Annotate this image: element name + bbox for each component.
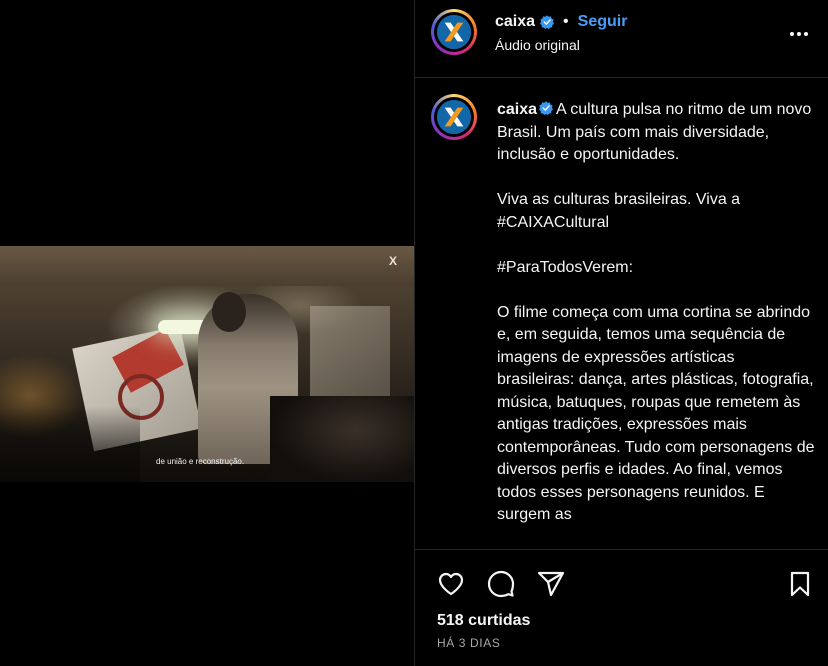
caixa-logo-icon bbox=[437, 15, 471, 49]
caixa-logo-icon bbox=[437, 100, 471, 134]
caption-scroll-area[interactable]: caixa A cultura pulsa no ritmo de um novo… bbox=[415, 79, 828, 549]
caption-author-avatar[interactable] bbox=[431, 94, 477, 140]
post-actions-bar: 518 curtidas HÁ 3 DIAS bbox=[415, 549, 828, 666]
video-watermark-logo: X bbox=[388, 254, 397, 268]
audio-link[interactable]: Áudio original bbox=[495, 37, 580, 53]
video-scene-ceiling bbox=[0, 246, 414, 286]
video-subtitle: de união e reconstrução. bbox=[156, 457, 245, 466]
more-options-button[interactable] bbox=[787, 22, 811, 46]
likes-count[interactable]: 518 curtidas bbox=[437, 612, 530, 630]
media-pane: X de união e reconstrução. bbox=[0, 0, 414, 666]
post-caption: caixa A cultura pulsa no ritmo de um novo… bbox=[497, 99, 815, 527]
header-user-row: caixa • Seguir bbox=[495, 13, 627, 31]
video-scene-head bbox=[212, 292, 246, 332]
heart-icon[interactable] bbox=[437, 570, 465, 598]
author-username[interactable]: caixa bbox=[495, 13, 535, 31]
video-player[interactable]: X de união e reconstrução. bbox=[0, 246, 414, 482]
more-horizontal-icon bbox=[790, 32, 808, 36]
author-avatar[interactable] bbox=[431, 9, 477, 55]
post-timestamp[interactable]: HÁ 3 DIAS bbox=[437, 636, 500, 650]
verified-badge-icon bbox=[539, 101, 554, 115]
video-scene-artwork bbox=[310, 306, 390, 396]
comment-icon[interactable] bbox=[487, 570, 515, 598]
post-header: caixa • Seguir Áudio original bbox=[415, 0, 828, 78]
follow-button[interactable]: Seguir bbox=[578, 13, 628, 31]
caption-body: A cultura pulsa no ritmo de um novo Bras… bbox=[497, 101, 815, 523]
post-side-panel: caixa • Seguir Áudio original caixa A cu… bbox=[414, 0, 828, 666]
video-scene-shadow bbox=[0, 406, 140, 482]
separator-dot: • bbox=[563, 13, 569, 30]
bookmark-icon[interactable] bbox=[786, 570, 814, 598]
verified-badge-icon bbox=[540, 15, 555, 29]
video-scene-foreground bbox=[270, 396, 414, 482]
paper-plane-icon[interactable] bbox=[537, 570, 565, 598]
caption-author-username[interactable]: caixa bbox=[497, 101, 537, 118]
